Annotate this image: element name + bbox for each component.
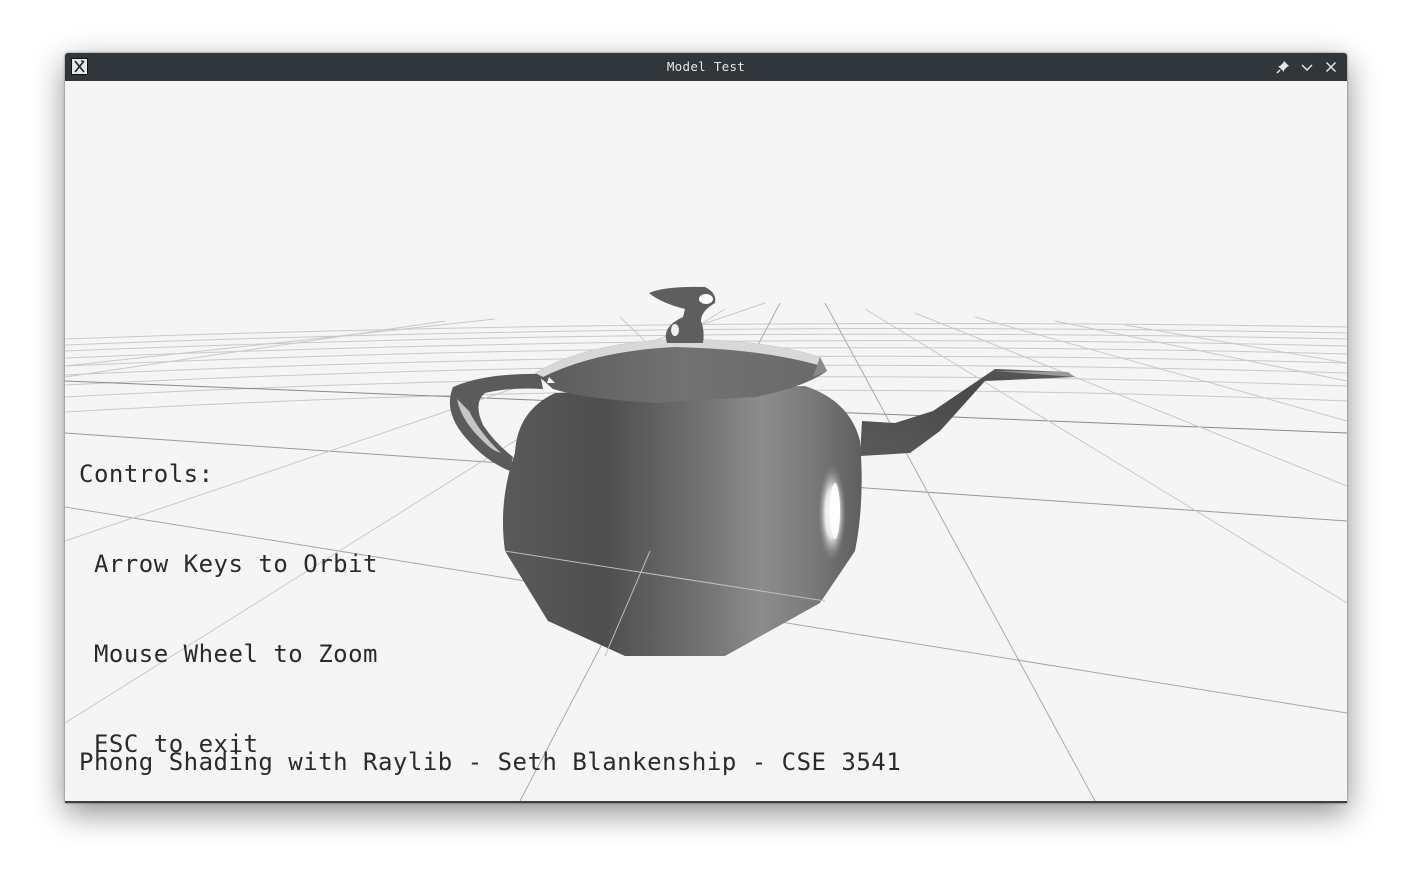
controls-panel: Controls: Arrow Keys to Orbit Mouse Whee… (79, 399, 378, 801)
credit-text: Phong Shading with Raylib - Seth Blanken… (79, 748, 902, 776)
render-viewport[interactable]: Controls: Arrow Keys to Orbit Mouse Whee… (65, 81, 1347, 801)
teapot-model (449, 286, 1075, 656)
pin-icon[interactable] (1275, 59, 1291, 75)
window-title: Model Test (666, 59, 746, 74)
app-window: Model Test Controls: Arrow Keys to Orbit… (65, 53, 1347, 803)
control-line-zoom: Mouse Wheel to Zoom (79, 640, 378, 668)
controls-heading: Controls: (79, 460, 214, 488)
window-bottom-border (65, 801, 1347, 803)
close-icon[interactable] (1323, 59, 1339, 75)
minimize-chevron-icon[interactable] (1299, 59, 1315, 75)
control-line-orbit: Arrow Keys to Orbit (79, 550, 378, 578)
title-bar[interactable]: Model Test (65, 53, 1347, 81)
